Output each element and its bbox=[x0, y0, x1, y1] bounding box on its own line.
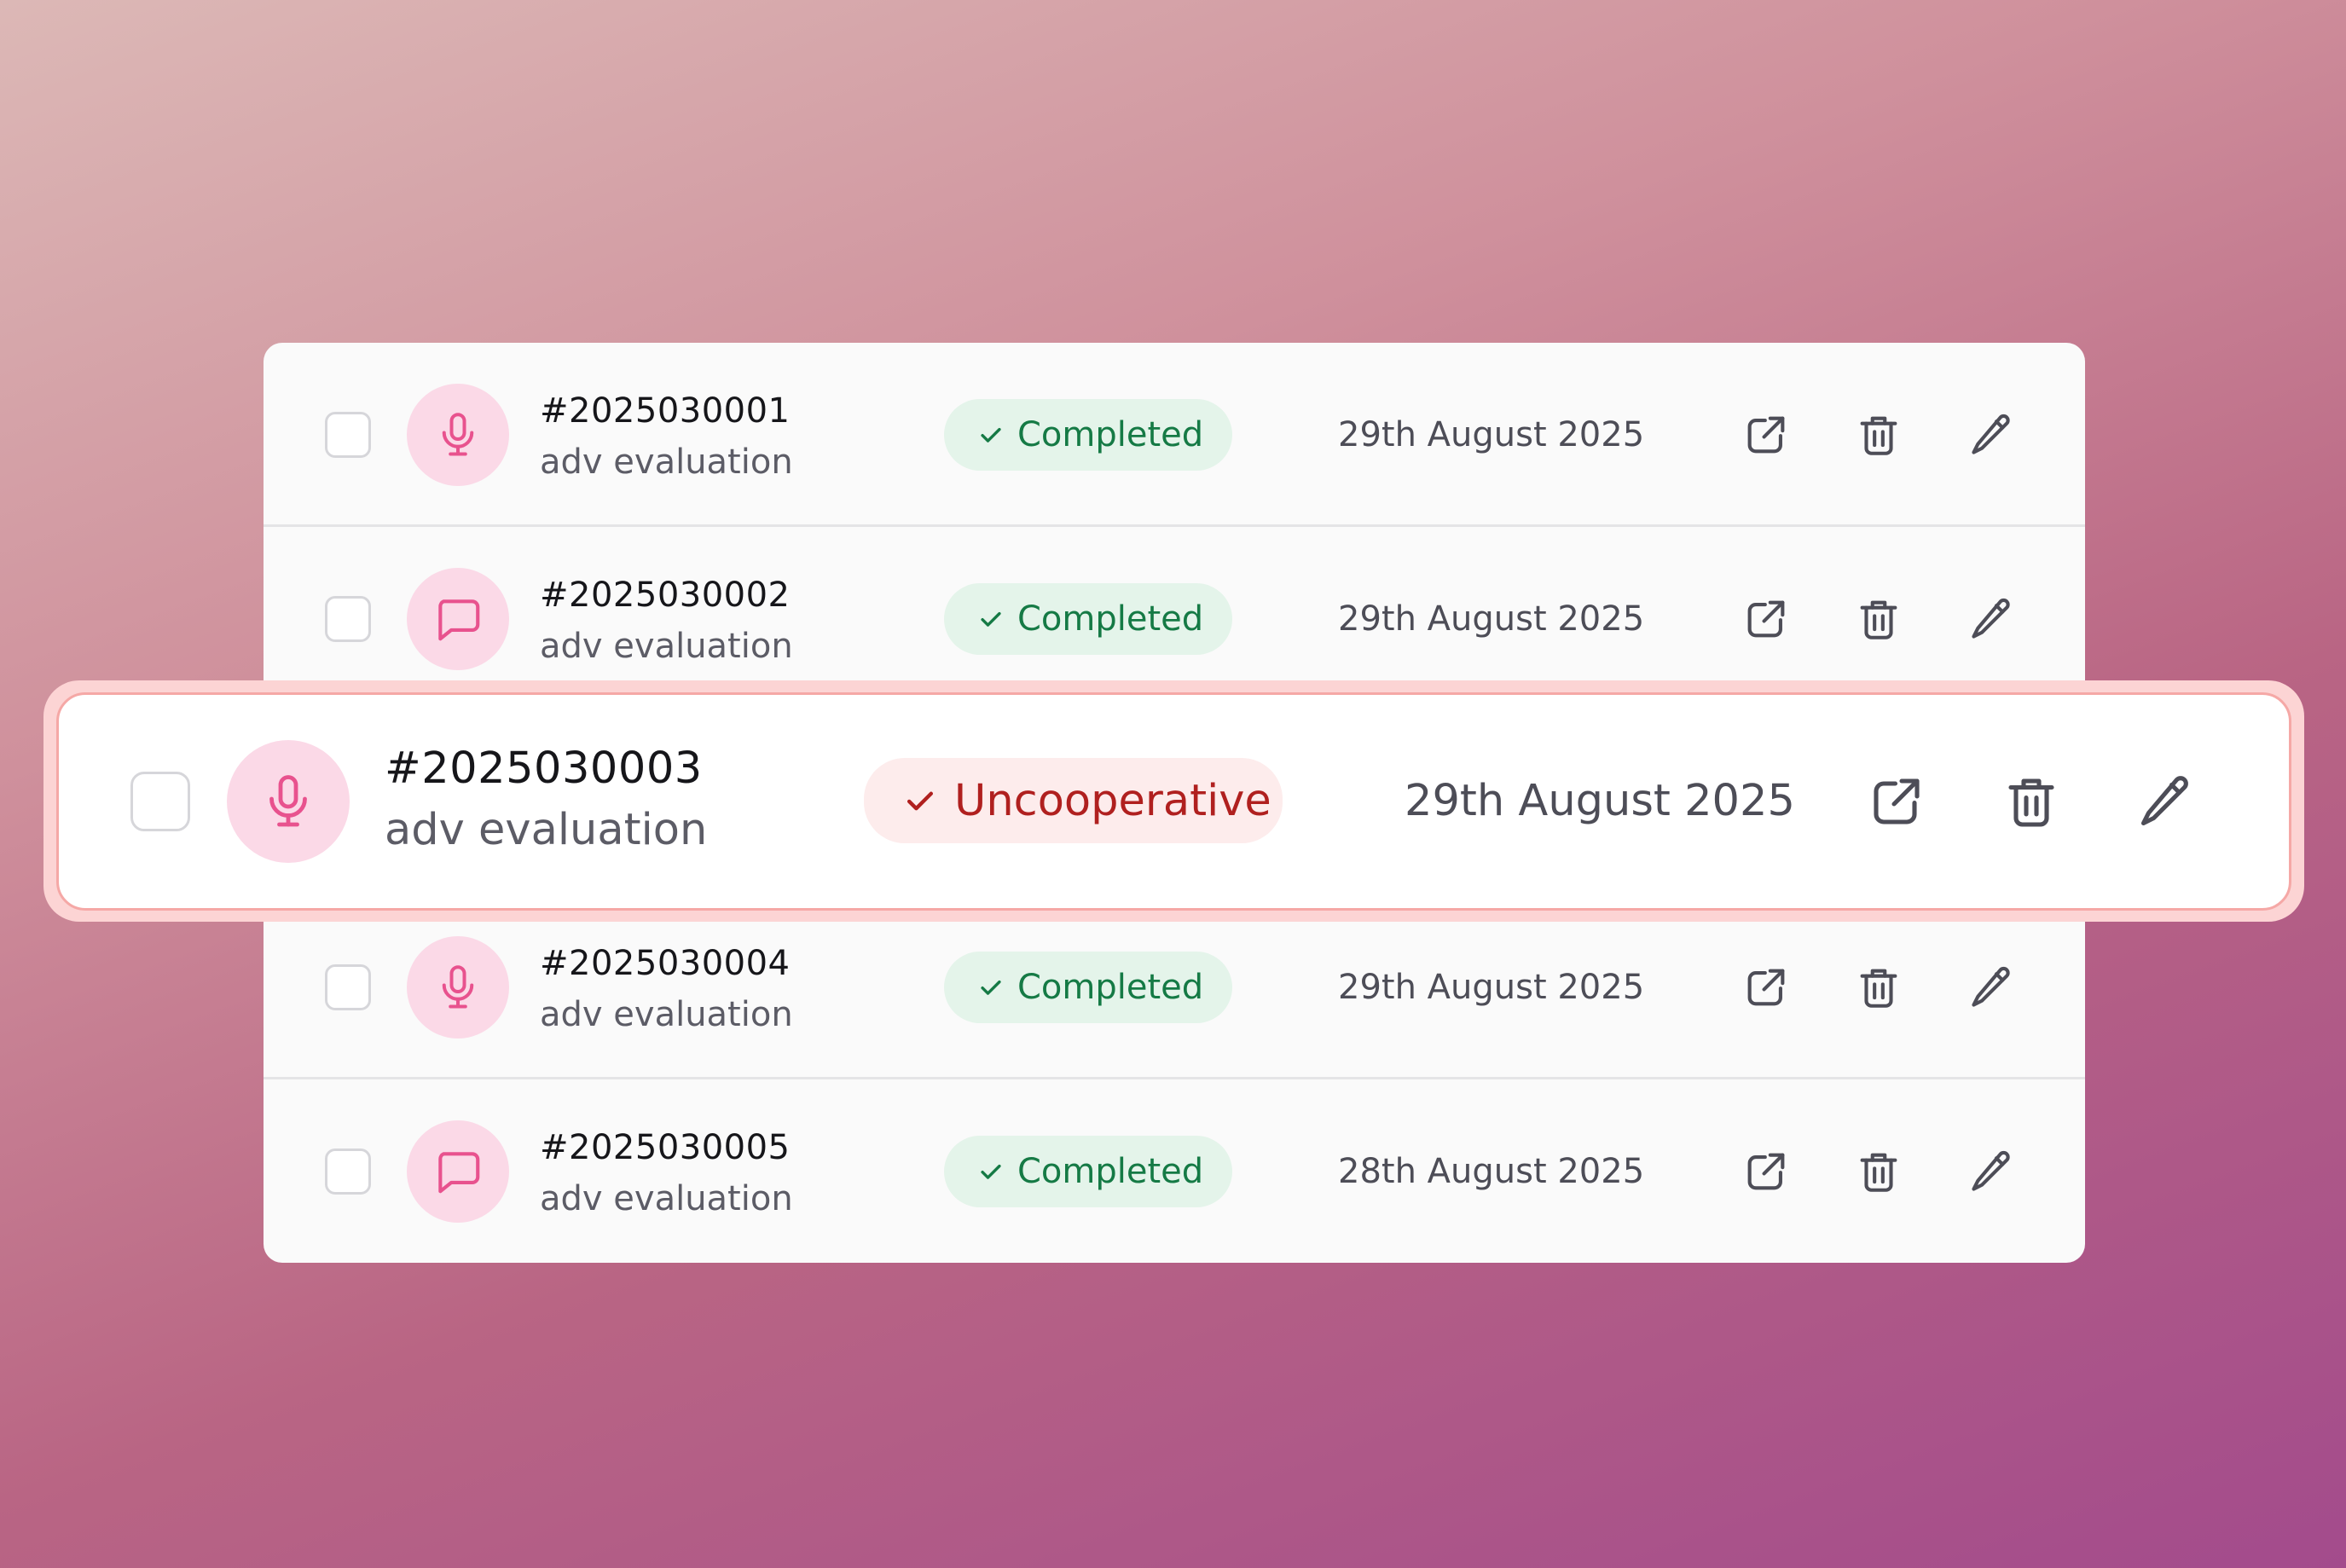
pencil-icon[interactable] bbox=[2127, 763, 2204, 840]
check-icon bbox=[907, 791, 934, 811]
row-checkbox[interactable] bbox=[325, 596, 371, 642]
record-date: 28th August 2025 bbox=[1338, 1152, 1645, 1191]
external-link-icon[interactable] bbox=[1735, 1141, 1797, 1202]
status-label: Completed bbox=[1017, 1152, 1204, 1191]
status-badge: Completed bbox=[944, 583, 1232, 655]
record-date: 29th August 2025 bbox=[1405, 776, 1795, 826]
status-label: Uncooperative bbox=[954, 775, 1271, 826]
check-icon bbox=[981, 980, 1001, 995]
record-id: #2025030001 bbox=[540, 391, 791, 431]
record-date: 29th August 2025 bbox=[1338, 968, 1645, 1007]
microphone-icon bbox=[227, 740, 350, 863]
record-id: #2025030003 bbox=[385, 743, 703, 794]
check-icon bbox=[981, 611, 1001, 627]
row-checkbox[interactable] bbox=[325, 964, 371, 1010]
record-subtitle: adv evaluation bbox=[385, 805, 708, 855]
record-id: #2025030004 bbox=[540, 944, 791, 983]
external-link-icon[interactable] bbox=[1858, 763, 1935, 840]
status-label: Completed bbox=[1017, 968, 1204, 1007]
trash-icon[interactable] bbox=[1848, 1141, 1909, 1202]
trash-icon[interactable] bbox=[1848, 957, 1909, 1018]
external-link-icon[interactable] bbox=[1735, 404, 1797, 466]
pencil-icon[interactable] bbox=[1961, 404, 2022, 466]
row-checkbox[interactable] bbox=[325, 412, 371, 458]
table-row[interactable]: #2025030001 adv evaluation Completed 29t… bbox=[264, 343, 2085, 527]
table-row[interactable]: #2025030005 adv evaluation Completed 28t… bbox=[264, 1079, 2085, 1263]
microphone-icon bbox=[407, 384, 509, 486]
record-subtitle: adv evaluation bbox=[540, 627, 793, 666]
trash-icon[interactable] bbox=[1993, 763, 2070, 840]
status-badge: Completed bbox=[944, 1136, 1232, 1207]
external-link-icon[interactable] bbox=[1735, 588, 1797, 650]
row-checkbox[interactable] bbox=[325, 1149, 371, 1195]
pencil-icon[interactable] bbox=[1961, 588, 2022, 650]
status-label: Completed bbox=[1017, 599, 1204, 639]
trash-icon[interactable] bbox=[1848, 588, 1909, 650]
record-subtitle: adv evaluation bbox=[540, 443, 793, 482]
chat-bubble-icon bbox=[407, 1120, 509, 1223]
record-date: 29th August 2025 bbox=[1338, 599, 1645, 639]
record-id: #2025030002 bbox=[540, 576, 791, 615]
table-row[interactable]: #2025030004 adv evaluation Completed 29t… bbox=[264, 895, 2085, 1079]
status-badge: Completed bbox=[944, 399, 1232, 471]
row-checkbox[interactable] bbox=[130, 772, 190, 831]
check-icon bbox=[981, 427, 1001, 443]
check-icon bbox=[981, 1164, 1001, 1179]
status-badge: Uncooperative bbox=[864, 758, 1283, 843]
pencil-icon[interactable] bbox=[1961, 1141, 2022, 1202]
chat-bubble-icon bbox=[407, 568, 509, 670]
microphone-icon bbox=[407, 936, 509, 1039]
pencil-icon[interactable] bbox=[1961, 957, 2022, 1018]
record-subtitle: adv evaluation bbox=[540, 1179, 793, 1218]
highlighted-table-row[interactable]: #2025030003 adv evaluation Uncooperative… bbox=[56, 692, 2291, 911]
status-label: Completed bbox=[1017, 415, 1204, 454]
record-subtitle: adv evaluation bbox=[540, 995, 793, 1034]
external-link-icon[interactable] bbox=[1735, 957, 1797, 1018]
record-id: #2025030005 bbox=[540, 1128, 791, 1167]
trash-icon[interactable] bbox=[1848, 404, 1909, 466]
record-date: 29th August 2025 bbox=[1338, 415, 1645, 454]
status-badge: Completed bbox=[944, 952, 1232, 1023]
